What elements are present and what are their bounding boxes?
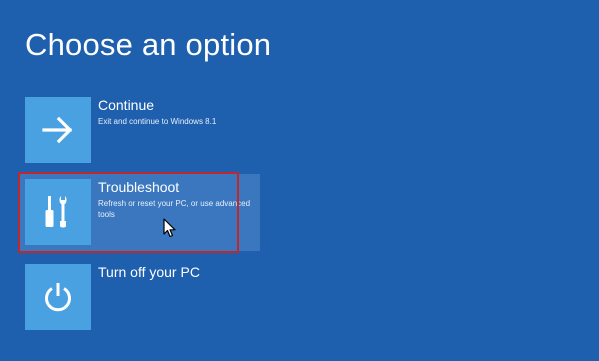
continue-description: Exit and continue to Windows 8.1 <box>98 117 217 126</box>
turn-off-option[interactable]: Turn off your PC <box>25 264 260 330</box>
power-icon <box>45 283 71 312</box>
turn-off-text: Turn off your PC <box>98 264 258 281</box>
arrow-right-icon <box>42 116 73 144</box>
troubleshoot-tile[interactable] <box>25 179 91 245</box>
tools-icon <box>45 196 67 228</box>
continue-text: Continue Exit and continue to Windows 8.… <box>98 97 258 127</box>
continue-label[interactable]: Continue <box>98 97 258 114</box>
continue-option[interactable]: Continue Exit and continue to Windows 8.… <box>25 97 260 163</box>
troubleshoot-label[interactable]: Troubleshoot <box>98 179 258 196</box>
page-title: Choose an option <box>25 27 272 62</box>
turn-off-tile[interactable] <box>25 264 91 330</box>
continue-tile[interactable] <box>25 97 91 163</box>
troubleshoot-description: Refresh or reset your PC, or use advance… <box>98 199 251 219</box>
turn-off-label[interactable]: Turn off your PC <box>98 264 258 281</box>
troubleshoot-option[interactable]: Troubleshoot Refresh or reset your PC, o… <box>20 174 260 251</box>
troubleshoot-text: Troubleshoot Refresh or reset your PC, o… <box>98 179 258 220</box>
